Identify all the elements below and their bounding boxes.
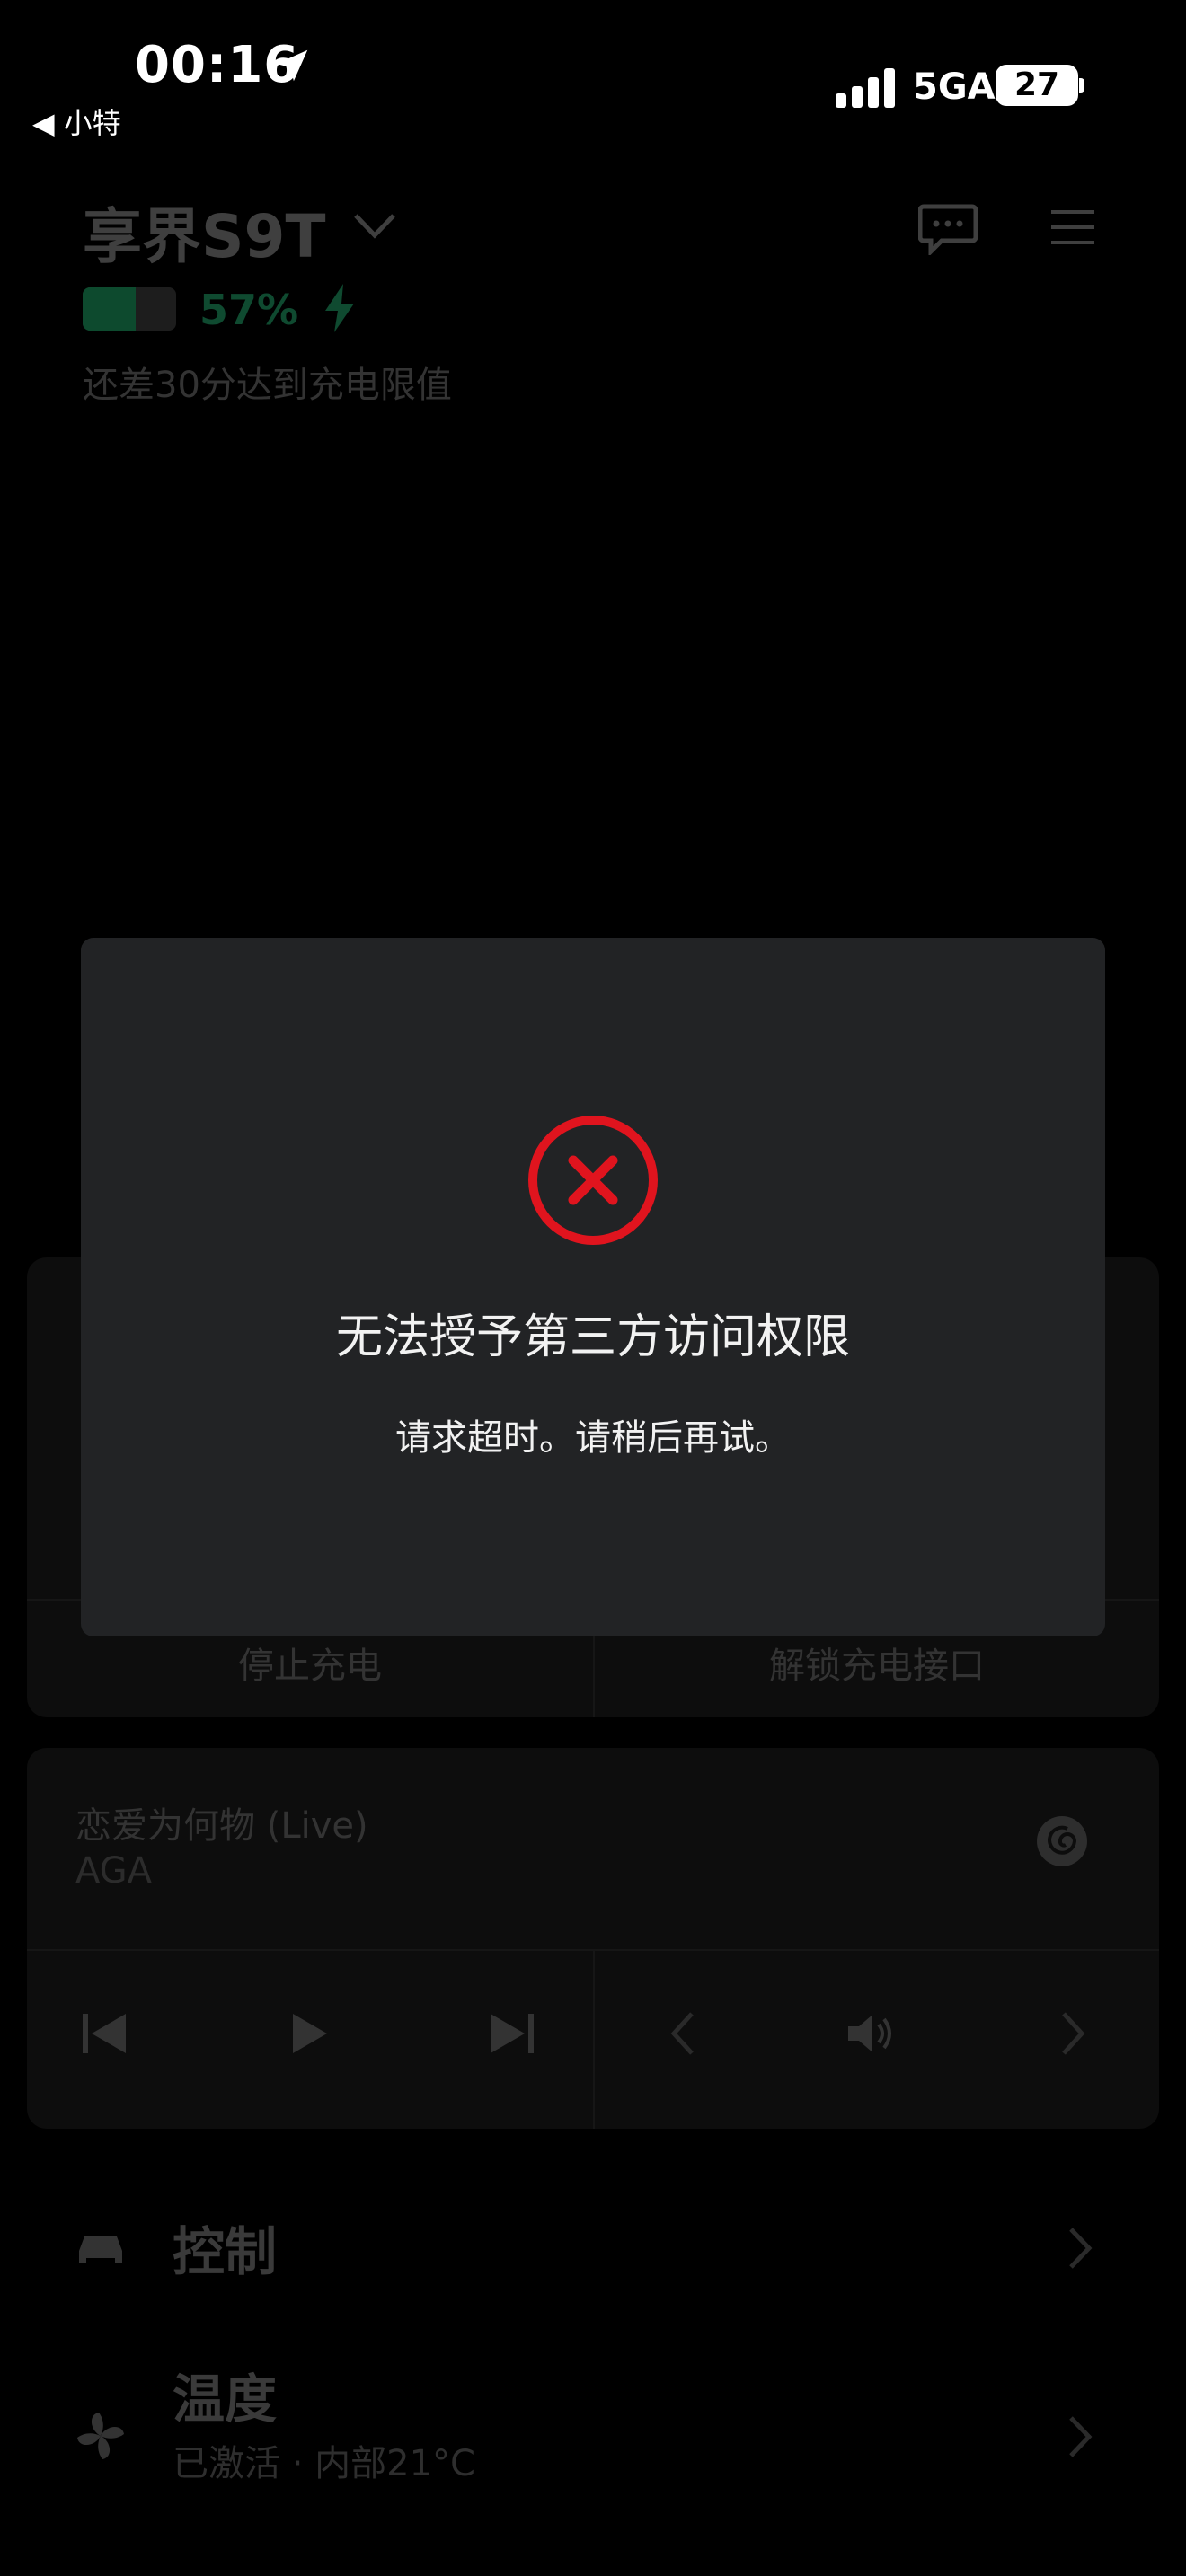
chevron-right-icon[interactable] — [1042, 2005, 1100, 2062]
chevron-left-icon[interactable] — [656, 2005, 713, 2062]
divider — [593, 1951, 595, 2129]
battery-nub — [1079, 78, 1084, 93]
music-app-icon[interactable] — [1035, 1814, 1089, 1868]
location-arrow-icon — [276, 49, 308, 82]
menu-icon[interactable] — [1049, 208, 1096, 246]
next-track-icon[interactable] — [483, 2005, 541, 2062]
back-to-app-link[interactable]: ◀ 小特 — [32, 101, 121, 142]
car-icon — [79, 2236, 122, 2263]
network-type: 5GA — [913, 66, 996, 108]
previous-track-icon[interactable] — [75, 2005, 133, 2062]
song-title: 恋爱为何物 (Live) — [75, 1805, 368, 1847]
vehicle-battery-bar — [83, 287, 176, 331]
message-icon[interactable] — [918, 203, 978, 255]
stop-charging-button[interactable]: 停止充电 — [27, 1636, 593, 1689]
battery-percent: 57% — [199, 286, 299, 334]
fan-icon — [77, 2413, 124, 2459]
temperature-status: 已激活 · 内部21°C — [173, 2443, 475, 2484]
error-x-icon — [528, 1116, 658, 1245]
menu-item-control[interactable]: 控制 — [173, 2210, 277, 2285]
dialog-message: 请求超时。请稍后再试。 — [395, 1417, 791, 1459]
song-artist: AGA — [75, 1850, 153, 1892]
volume-icon[interactable] — [843, 2005, 900, 2062]
dialog-title: 无法授予第三方访问权限 — [335, 1310, 850, 1364]
cellular-signal-icon — [836, 68, 895, 108]
battery-indicator: 27 — [996, 65, 1078, 106]
chevron-down-icon[interactable] — [352, 212, 397, 239]
charge-limit-note: 还差30分达到充电限值 — [83, 365, 452, 406]
error-dialog — [81, 938, 1105, 1636]
charging-bolt-icon — [325, 284, 354, 332]
chevron-right-icon — [1069, 2416, 1093, 2457]
unlock-charge-port-button[interactable]: 解锁充电接口 — [595, 1636, 1159, 1689]
vehicle-name[interactable]: 享界S9T — [83, 189, 325, 275]
play-icon[interactable] — [279, 2005, 336, 2062]
chevron-right-icon — [1069, 2228, 1093, 2269]
vehicle-battery-fill — [83, 287, 137, 331]
menu-item-temperature[interactable]: 温度 — [173, 2357, 277, 2432]
